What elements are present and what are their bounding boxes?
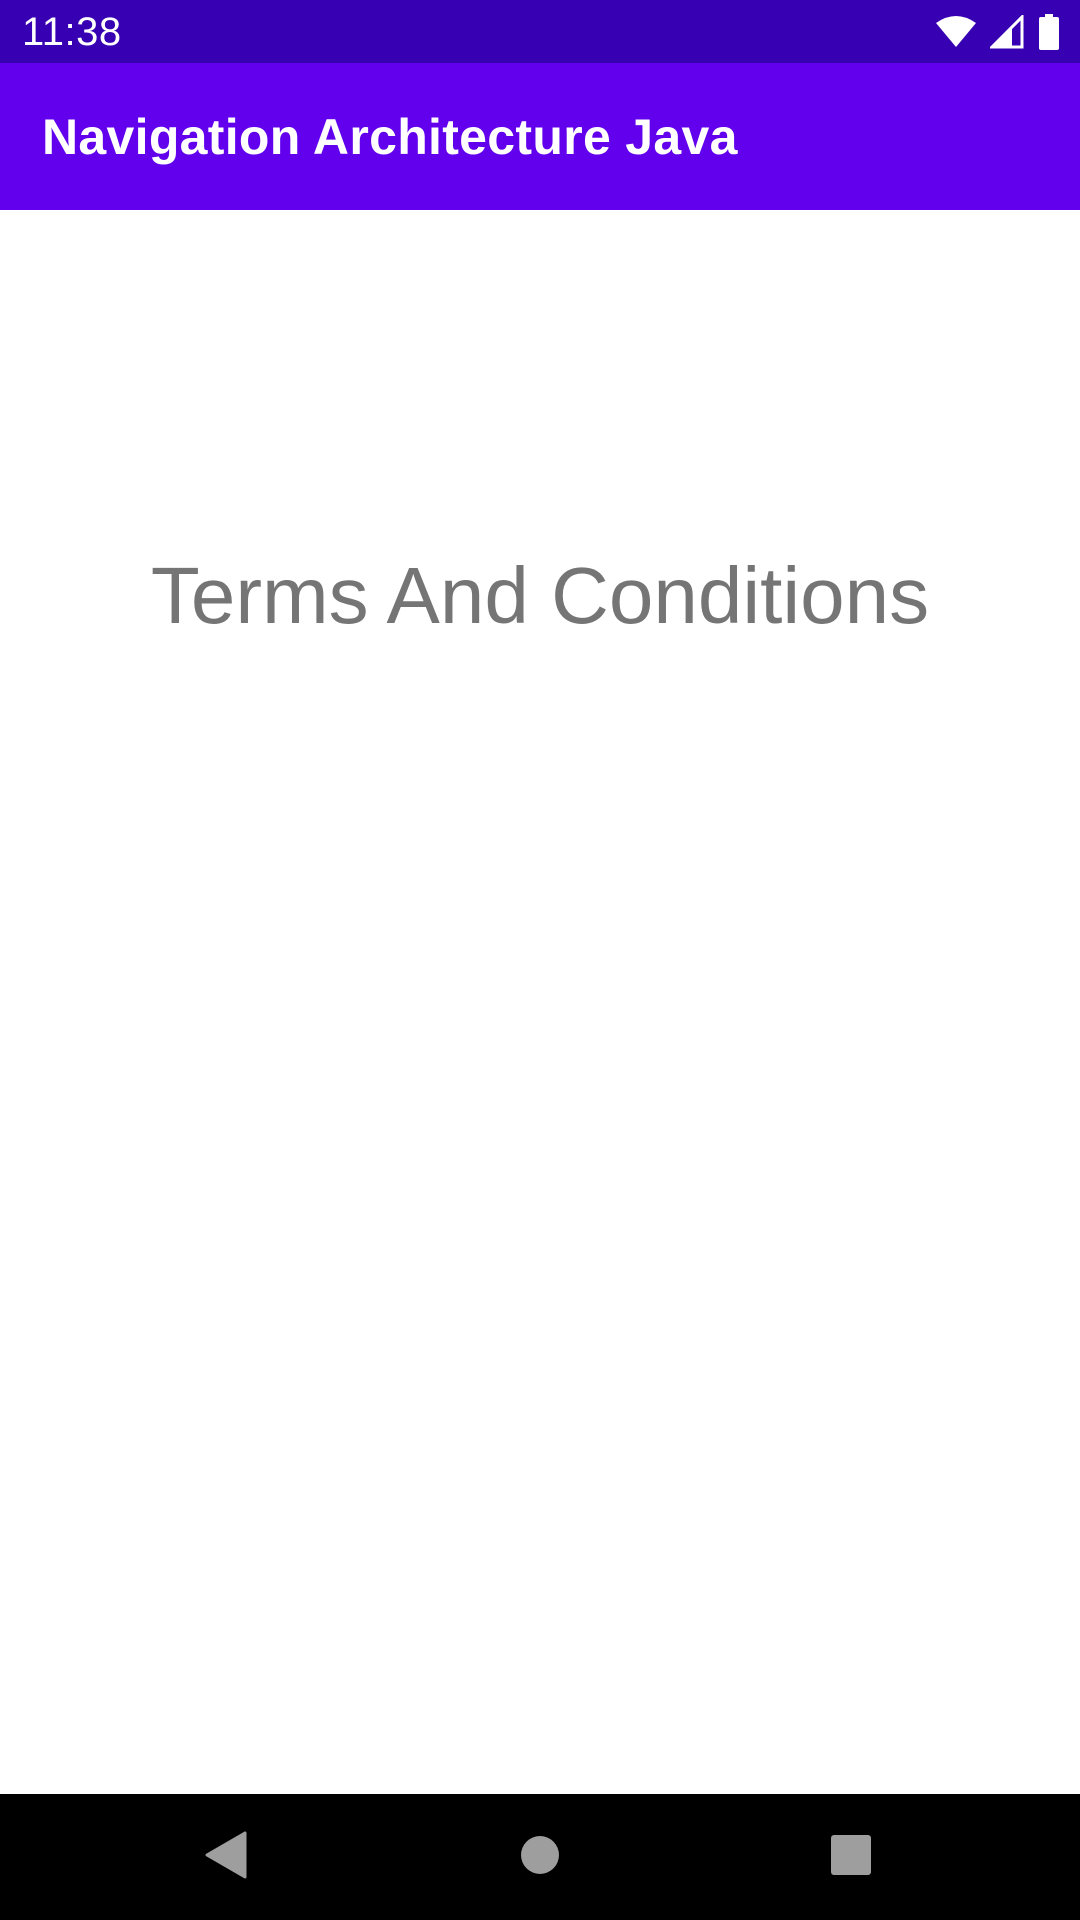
status-icons (936, 12, 1060, 52)
screen: 11:38 Navigation Architecture Java Terms… (0, 0, 1080, 1920)
home-button[interactable] (500, 1817, 580, 1897)
back-icon (203, 1831, 249, 1884)
navigation-bar (0, 1794, 1080, 1920)
status-time: 11:38 (22, 10, 122, 54)
home-icon (520, 1835, 560, 1880)
terms-text: Terms And Conditions (150, 551, 930, 640)
wifi-icon (936, 16, 976, 48)
app-title: Navigation Architecture Java (42, 109, 738, 165)
content-area: Terms And Conditions (0, 210, 1080, 1794)
app-bar: Navigation Architecture Java (0, 63, 1080, 210)
cell-signal-icon (990, 15, 1024, 49)
recents-button[interactable] (811, 1817, 891, 1897)
battery-icon (1038, 14, 1060, 50)
back-button[interactable] (186, 1817, 266, 1897)
recents-icon (831, 1834, 871, 1880)
status-bar: 11:38 (0, 0, 1080, 63)
